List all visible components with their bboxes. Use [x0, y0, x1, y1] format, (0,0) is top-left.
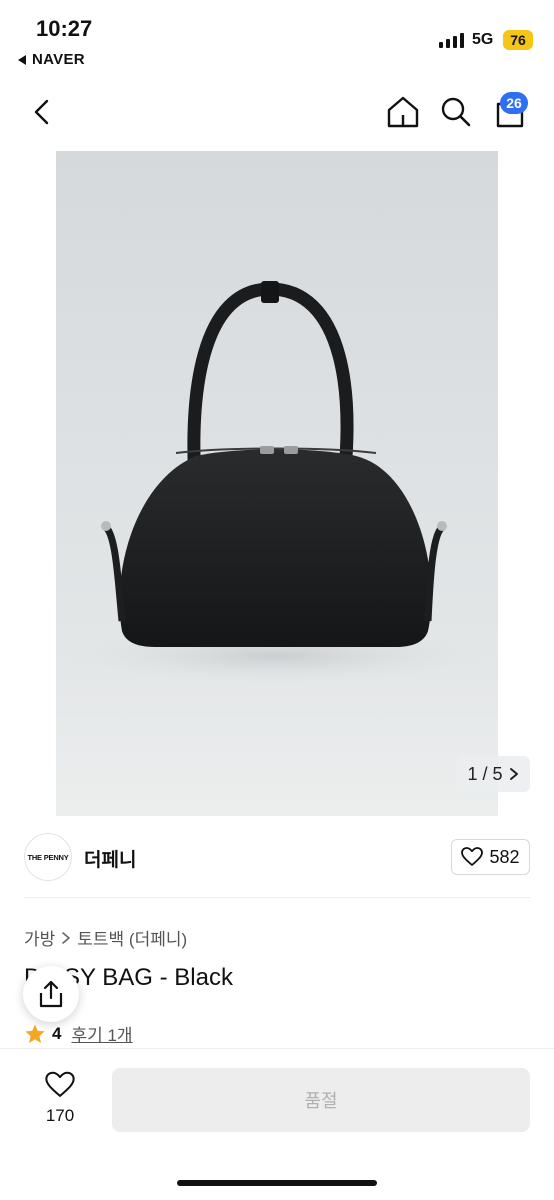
back-app-label: NAVER	[32, 51, 85, 68]
cart-count-badge: 26	[500, 92, 528, 114]
status-time: 10:27	[36, 16, 93, 41]
bottom-action-bar: 170 품절	[0, 1048, 554, 1200]
top-nav	[0, 80, 554, 144]
breadcrumb: 가방 토트백 (더페니)	[24, 925, 187, 950]
wish-count: 170	[45, 1106, 75, 1125]
brand-row: THE PENNY 더페니 582	[0, 830, 554, 884]
divider	[24, 897, 530, 898]
search-icon	[441, 97, 471, 127]
breadcrumb-item[interactable]: 토트백 (더페니)	[77, 925, 187, 950]
wish-button[interactable]: 170	[30, 1071, 90, 1126]
back-chevron-icon	[34, 99, 49, 125]
share-button[interactable]	[23, 966, 79, 1022]
brand-like-button[interactable]: 582	[451, 839, 530, 875]
chevron-right-icon	[509, 768, 518, 780]
star-icon	[25, 1023, 45, 1043]
home-icon	[387, 96, 419, 128]
chevron-right-icon	[62, 931, 71, 944]
back-to-app-link[interactable]: NAVER	[18, 51, 85, 68]
brand-logo[interactable]: THE PENNY	[24, 833, 72, 881]
battery-icon: 76	[503, 30, 533, 50]
battery-level: 76	[510, 32, 526, 48]
rating-score: 4	[52, 1023, 62, 1043]
back-triangle-icon	[18, 54, 26, 65]
back-button[interactable]	[22, 92, 62, 132]
search-button[interactable]	[436, 92, 476, 132]
network-label: 5G	[472, 31, 494, 48]
sold-out-button[interactable]: 품절	[112, 1068, 530, 1132]
pager-text: 1 / 5	[467, 763, 503, 784]
status-bar: 10:27 NAVER 5G 76	[0, 0, 554, 76]
review-count-link[interactable]: 후기 1개	[71, 1021, 132, 1046]
brand-name[interactable]: 더페니	[84, 845, 136, 872]
share-icon	[39, 980, 63, 1008]
gallery-pager[interactable]: 1 / 5	[456, 756, 530, 792]
bag-illustration	[66, 281, 486, 684]
breadcrumb-item[interactable]: 가방	[24, 925, 55, 950]
brand-like-count: 582	[489, 846, 520, 867]
heart-icon	[461, 847, 484, 866]
signal-icon	[439, 32, 464, 48]
heart-icon	[45, 1071, 75, 1097]
product-image[interactable]	[56, 151, 498, 816]
home-indicator	[177, 1180, 377, 1186]
home-button[interactable]	[383, 92, 423, 132]
rating-row: 4 후기 1개	[24, 1021, 133, 1046]
